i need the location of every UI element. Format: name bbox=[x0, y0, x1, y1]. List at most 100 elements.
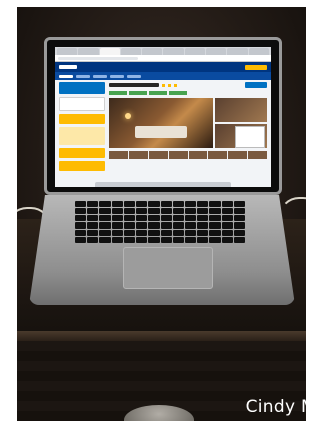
keyboard-key bbox=[160, 201, 172, 208]
amenity-badge bbox=[109, 91, 127, 95]
keyboard-key bbox=[160, 236, 172, 243]
amenities-row bbox=[109, 91, 267, 95]
hotel-main bbox=[109, 82, 267, 184]
keyboard-key bbox=[87, 229, 99, 236]
sidebar-box bbox=[59, 148, 105, 158]
keyboard-key bbox=[209, 236, 221, 243]
browser-tab bbox=[206, 48, 227, 55]
room-photo bbox=[109, 98, 213, 148]
keyboard-key bbox=[99, 208, 111, 215]
keyboard bbox=[75, 201, 245, 243]
keyboard-key bbox=[221, 208, 233, 215]
trackpad bbox=[123, 247, 213, 289]
desk-edge bbox=[17, 331, 306, 341]
search-panel-field bbox=[59, 97, 105, 111]
keyboard-key bbox=[111, 201, 123, 208]
keyboard-key bbox=[221, 222, 233, 229]
thumbnail bbox=[248, 151, 267, 159]
keyboard-key bbox=[197, 201, 209, 208]
nav-item bbox=[93, 74, 107, 78]
keyboard-key bbox=[172, 229, 184, 236]
keyboard-key bbox=[148, 222, 160, 229]
page-content bbox=[55, 79, 271, 187]
thumbnail bbox=[109, 151, 128, 159]
keyboard-key bbox=[184, 201, 197, 208]
star-icon bbox=[174, 83, 177, 87]
keyboard-key bbox=[75, 222, 87, 229]
keyboard-key bbox=[184, 215, 197, 222]
keyboard-key bbox=[123, 222, 136, 229]
keyboard-key bbox=[75, 201, 87, 208]
keyboard-key bbox=[148, 229, 160, 236]
keyboard-key bbox=[123, 236, 136, 243]
list-property-button bbox=[245, 64, 267, 70]
site-header bbox=[55, 62, 271, 72]
hotel-title bbox=[109, 83, 159, 87]
watermark-text: Cindy M bbox=[245, 397, 316, 417]
laptop-lid bbox=[44, 37, 282, 195]
address-text bbox=[58, 56, 138, 60]
browser-tab bbox=[227, 48, 248, 55]
nav-item bbox=[76, 74, 90, 78]
search-panel-header bbox=[59, 82, 105, 94]
keyboard-key bbox=[172, 215, 184, 222]
keyboard-key bbox=[123, 201, 136, 208]
thumbnail bbox=[188, 151, 208, 159]
star-icon bbox=[168, 83, 171, 87]
keyboard-key bbox=[99, 236, 111, 243]
browser-tab bbox=[248, 48, 269, 55]
keyboard-key bbox=[148, 236, 160, 243]
keyboard-key bbox=[136, 229, 148, 236]
keyboard-key bbox=[111, 222, 123, 229]
hotel-title-row bbox=[109, 82, 267, 88]
review-card bbox=[235, 126, 265, 148]
keyboard-key bbox=[197, 215, 209, 222]
keyboard-key bbox=[172, 222, 184, 229]
keyboard-key bbox=[233, 201, 245, 208]
keyboard-key bbox=[184, 229, 197, 236]
keyboard-key bbox=[209, 208, 221, 215]
keyboard-key bbox=[233, 236, 245, 243]
thumbnail-strip bbox=[109, 151, 267, 159]
keyboard-key bbox=[87, 208, 99, 215]
keyboard-key bbox=[221, 201, 233, 208]
keyboard-key bbox=[184, 208, 197, 215]
keyboard-key bbox=[136, 215, 148, 222]
browser-tab bbox=[57, 48, 78, 55]
browser-tab-strip bbox=[55, 47, 271, 55]
keyboard-key bbox=[111, 236, 123, 243]
keyboard-key bbox=[99, 215, 111, 222]
keyboard-key bbox=[197, 229, 209, 236]
side-photo bbox=[215, 124, 267, 148]
thumbnail bbox=[228, 151, 248, 159]
keyboard-key bbox=[172, 236, 184, 243]
browser-tab-active bbox=[99, 48, 120, 55]
keyboard-key bbox=[160, 215, 172, 222]
keyboard-key bbox=[75, 236, 87, 243]
nav-item bbox=[110, 74, 124, 78]
photo-gallery bbox=[109, 98, 267, 148]
side-photo bbox=[215, 98, 267, 122]
browser-tab bbox=[142, 48, 163, 55]
thumbnail bbox=[128, 151, 148, 159]
browser-address-bar bbox=[55, 55, 271, 62]
keyboard-key bbox=[209, 215, 221, 222]
thumbnail bbox=[168, 151, 188, 159]
nav-item-active bbox=[59, 74, 73, 78]
bed bbox=[135, 125, 187, 138]
keyboard-key bbox=[233, 215, 245, 222]
keyboard-key bbox=[209, 229, 221, 236]
keyboard-key bbox=[148, 201, 160, 208]
star-icon bbox=[162, 83, 165, 87]
keyboard-key bbox=[160, 222, 172, 229]
keyboard-key bbox=[160, 208, 172, 215]
keyboard-key bbox=[99, 222, 111, 229]
laptop-screen bbox=[55, 47, 271, 187]
sidebar-box bbox=[59, 161, 105, 171]
reserve-button bbox=[245, 82, 267, 88]
keyboard-key bbox=[221, 236, 233, 243]
keyboard-key bbox=[209, 222, 221, 229]
keyboard-key bbox=[99, 229, 111, 236]
keyboard-key bbox=[148, 215, 160, 222]
keyboard-key bbox=[75, 208, 87, 215]
